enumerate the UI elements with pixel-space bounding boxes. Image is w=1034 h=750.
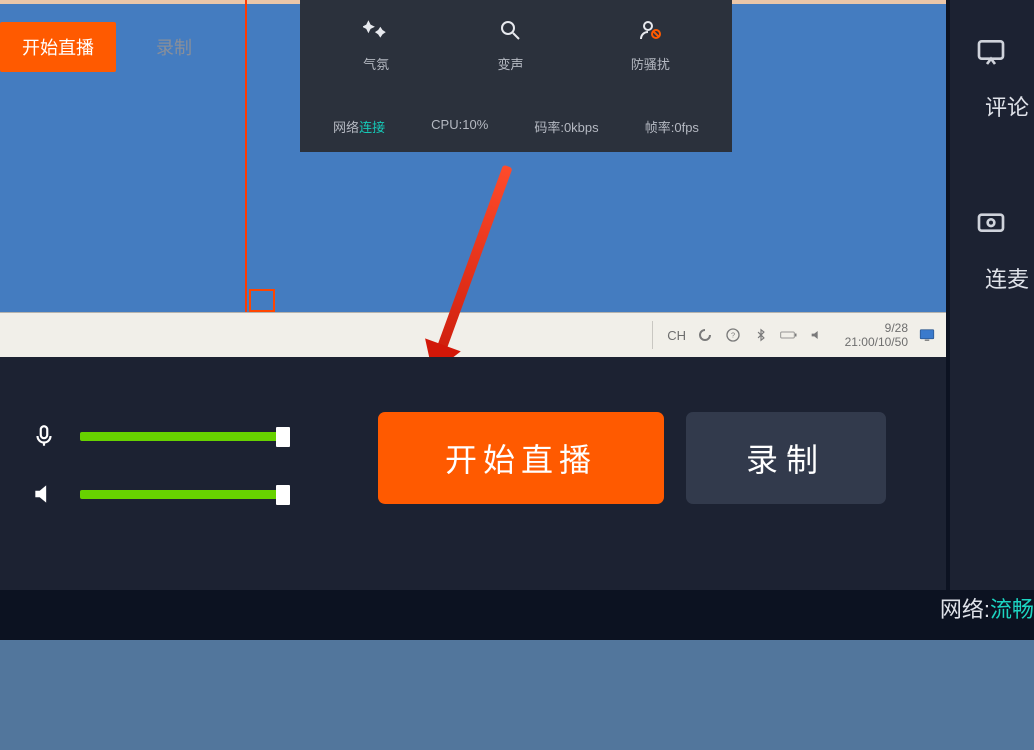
network-status: 网络:流畅 bbox=[940, 588, 1034, 628]
selection-marker bbox=[249, 289, 275, 312]
background-band bbox=[0, 640, 1034, 750]
magnifier-icon bbox=[496, 16, 524, 44]
voice-change-tool[interactable]: 变声 bbox=[496, 16, 524, 73]
record-button[interactable]: 录制 bbox=[686, 412, 886, 504]
start-live-button-small[interactable]: 开始直播 bbox=[0, 22, 116, 72]
ime-indicator: CH bbox=[667, 328, 686, 343]
slider-handle[interactable] bbox=[276, 427, 290, 447]
sidebar-label-costream: 连麦 bbox=[985, 262, 1029, 294]
start-live-button[interactable]: 开始直播 bbox=[378, 412, 664, 504]
monitor-tray-icon bbox=[918, 326, 936, 344]
slider-handle[interactable] bbox=[276, 485, 290, 505]
status-panel: 气氛 变声 防骚扰 网络连接 CPU:10% 码率:0kbps 帧率:0fps bbox=[300, 0, 732, 152]
bitrate: 码率:0kbps bbox=[534, 117, 598, 136]
bluetooth-tray-icon bbox=[752, 326, 770, 344]
mic-volume-slider[interactable] bbox=[80, 432, 282, 441]
sparkle-icon bbox=[362, 16, 390, 44]
co-stream-icon[interactable] bbox=[975, 208, 1009, 242]
control-bar: 开始直播 录制 bbox=[0, 357, 946, 590]
network-tray-icon bbox=[696, 326, 714, 344]
comment-icon[interactable] bbox=[975, 36, 1009, 70]
guide-line bbox=[245, 0, 247, 312]
network-status-mini: 网络连接 bbox=[333, 117, 385, 136]
tray-clock: 9/2821:00/10/50 bbox=[836, 321, 908, 349]
user-block-icon bbox=[636, 16, 664, 44]
sidebar-label-comment: 评论 bbox=[985, 90, 1029, 122]
taskbar: CH ? 9/2821:00/10/50 bbox=[0, 312, 946, 357]
speaker-icon[interactable] bbox=[30, 480, 58, 508]
anti-harass-tool[interactable]: 防骚扰 bbox=[631, 16, 670, 73]
battery-tray-icon bbox=[780, 326, 798, 344]
volume-tray-icon bbox=[808, 326, 826, 344]
fps: 帧率:0fps bbox=[645, 117, 699, 136]
speaker-volume-slider[interactable] bbox=[80, 490, 282, 499]
svg-text:?: ? bbox=[731, 331, 735, 340]
record-button-small[interactable]: 录制 bbox=[134, 22, 214, 72]
atmosphere-tool[interactable]: 气氛 bbox=[362, 16, 390, 73]
right-sidebar: 评论 连麦 bbox=[946, 0, 1034, 590]
help-tray-icon: ? bbox=[724, 326, 742, 344]
cpu-usage: CPU:10% bbox=[431, 117, 488, 136]
mic-icon[interactable] bbox=[30, 422, 58, 450]
